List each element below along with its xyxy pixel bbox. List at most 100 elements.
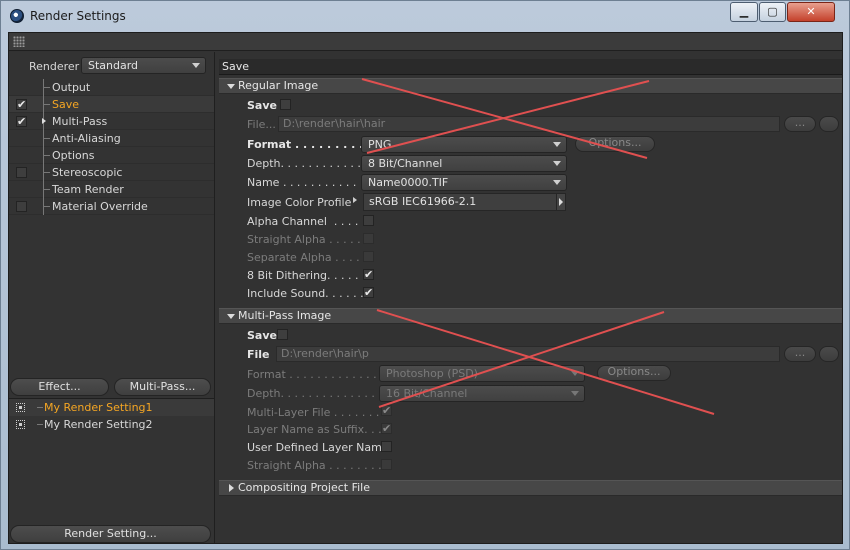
- client-area: Renderer Standard Output ✔ Save ✔ Multi-Pass…: [8, 32, 843, 544]
- regular-depth-dropdown[interactable]: 8 Bit/Channel: [361, 155, 567, 172]
- tree-item-options[interactable]: Options: [9, 147, 214, 164]
- multipass-image-title: Multi-Pass Image: [238, 309, 332, 322]
- render-settings-window: Render Settings ▁ ▢ ✕ Renderer Standard …: [0, 0, 850, 550]
- regular-options-button[interactable]: Options...: [575, 136, 655, 152]
- regular-format-dropdown[interactable]: PNG: [361, 136, 567, 153]
- triangle-right-icon[interactable]: [353, 197, 357, 203]
- render-setting-label: My Render Setting1: [44, 401, 153, 414]
- multipass-depth-dropdown[interactable]: 16 Bit/Channel: [379, 385, 585, 402]
- render-setting-icon[interactable]: [16, 403, 25, 412]
- tree-item-checkbox[interactable]: [16, 201, 27, 212]
- regular-save-label: Save: [247, 99, 277, 112]
- multipass-button[interactable]: Multi-Pass...: [114, 378, 211, 396]
- separate-alpha-label: Separate Alpha . . . . .: [247, 251, 367, 264]
- regular-file-label: File...: [247, 118, 276, 131]
- tree-connector: [43, 172, 50, 173]
- separate-alpha-checkbox[interactable]: [363, 251, 374, 262]
- multipass-save-label: Save: [247, 329, 277, 342]
- regular-format-value: PNG: [368, 138, 392, 151]
- renderer-dropdown[interactable]: Standard: [81, 57, 206, 74]
- tree-item-team-render[interactable]: Team Render: [9, 181, 214, 198]
- image-color-profile-field[interactable]: sRGB IEC61966-2.1: [363, 193, 557, 211]
- tree-item-label: Anti-Aliasing: [52, 132, 121, 145]
- regular-browse-button[interactable]: ...: [784, 116, 816, 132]
- multipass-options-button[interactable]: Options...: [597, 365, 671, 381]
- tree-connector: [37, 407, 43, 408]
- multipass-file-path-field[interactable]: D:\render\hair\p: [276, 346, 780, 362]
- render-setting-list: My Render Setting1 My Render Setting2: [9, 398, 214, 433]
- compositing-project-file-group-header[interactable]: Compositing Project File: [219, 480, 842, 496]
- alpha-channel-checkbox[interactable]: [363, 215, 374, 226]
- title-bar[interactable]: Render Settings ▁ ▢ ✕: [1, 1, 849, 31]
- settings-tree: Output ✔ Save ✔ Multi-Pass Anti-Aliasing Optio…: [9, 79, 214, 215]
- render-setting-item[interactable]: My Render Setting1: [9, 399, 214, 416]
- tree-item-checkbox[interactable]: ✔: [16, 116, 27, 127]
- multipass-image-group-header[interactable]: Multi-Pass Image: [219, 308, 842, 324]
- regular-file-path-field[interactable]: D:\render\hair\hair: [278, 116, 780, 132]
- chevron-down-icon: [192, 63, 200, 68]
- multipass-format-value: Photoshop (PSD): [386, 367, 478, 380]
- multipass-format-dropdown[interactable]: Photoshop (PSD): [379, 365, 585, 382]
- maximize-button[interactable]: ▢: [759, 2, 786, 22]
- panel-title: Save: [219, 59, 842, 75]
- triangle-down-icon: [227, 314, 235, 319]
- render-setting-button[interactable]: Render Setting...: [10, 525, 211, 543]
- renderer-value: Standard: [88, 59, 139, 72]
- close-button[interactable]: ✕: [787, 2, 835, 22]
- regular-save-checkbox[interactable]: [280, 99, 291, 110]
- render-setting-icon[interactable]: [16, 420, 25, 429]
- tree-item-label: Stereoscopic: [52, 166, 123, 179]
- regular-name-dropdown[interactable]: Name0000.TIF: [361, 174, 567, 191]
- multi-layer-file-checkbox[interactable]: ✔: [381, 405, 392, 416]
- image-color-profile-label: Image Color Profile: [247, 196, 352, 209]
- render-setting-item[interactable]: My Render Setting2: [9, 416, 214, 433]
- tree-item-label: Team Render: [52, 183, 124, 196]
- regular-image-group-header[interactable]: Regular Image: [219, 78, 842, 94]
- chevron-down-icon: [553, 180, 561, 185]
- tree-item-anti-aliasing[interactable]: Anti-Aliasing: [9, 130, 214, 147]
- window-title: Render Settings: [30, 9, 126, 23]
- include-sound-checkbox[interactable]: ✔: [363, 287, 374, 298]
- bit-dithering-label: 8 Bit Dithering. . . . . .: [247, 269, 366, 282]
- multipass-file-extra-button[interactable]: [819, 346, 839, 362]
- renderer-label: Renderer: [29, 60, 80, 73]
- tree-item-checkbox[interactable]: ✔: [16, 99, 27, 110]
- expand-triangle-icon[interactable]: [42, 118, 46, 124]
- regular-depth-value: 8 Bit/Channel: [368, 157, 443, 170]
- multipass-straight-alpha-checkbox[interactable]: [381, 459, 392, 470]
- tree-item-label: Save: [52, 98, 80, 111]
- multipass-save-checkbox[interactable]: [277, 329, 288, 340]
- triangle-down-icon: [227, 84, 235, 89]
- multipass-file-label: File: [247, 348, 270, 361]
- tree-item-label: Output: [52, 81, 91, 94]
- tree-item-save[interactable]: ✔ Save: [9, 96, 214, 113]
- profile-arrow-icon[interactable]: [556, 193, 566, 211]
- triangle-right-icon: [229, 484, 234, 492]
- compositing-project-file-title: Compositing Project File: [238, 481, 370, 494]
- layer-name-suffix-checkbox[interactable]: ✔: [381, 423, 392, 434]
- multipass-format-label: Format . . . . . . . . . . . . . . .: [247, 368, 391, 381]
- tree-item-checkbox[interactable]: [16, 167, 27, 178]
- user-defined-layer-name-checkbox[interactable]: [381, 441, 392, 452]
- effect-button[interactable]: Effect...: [10, 378, 109, 396]
- tree-item-stereoscopic[interactable]: Stereoscopic: [9, 164, 214, 181]
- chevron-down-icon: [571, 371, 579, 376]
- regular-name-value: Name0000.TIF: [368, 176, 449, 189]
- layer-name-suffix-label: Layer Name as Suffix. . . .: [247, 423, 389, 436]
- minimize-button[interactable]: ▁: [730, 2, 758, 22]
- straight-alpha-checkbox[interactable]: [363, 233, 374, 244]
- tree-item-output[interactable]: Output: [9, 79, 214, 96]
- grip-icon[interactable]: [13, 36, 25, 47]
- straight-alpha-label: Straight Alpha . . . . . .: [247, 233, 368, 246]
- tree-item-label: Multi-Pass: [52, 115, 108, 128]
- tree-item-multi-pass[interactable]: ✔ Multi-Pass: [9, 113, 214, 130]
- chevron-down-icon: [571, 391, 579, 396]
- right-pane: Save Regular Image Save File... D:\rende…: [217, 52, 842, 543]
- tree-item-material-override[interactable]: Material Override: [9, 198, 214, 215]
- regular-image-title: Regular Image: [238, 79, 319, 92]
- regular-file-extra-button[interactable]: [819, 116, 839, 132]
- tree-item-label: Options: [52, 149, 95, 162]
- tree-connector: [43, 206, 50, 207]
- bit-dithering-checkbox[interactable]: ✔: [363, 269, 374, 280]
- multipass-browse-button[interactable]: ...: [784, 346, 816, 362]
